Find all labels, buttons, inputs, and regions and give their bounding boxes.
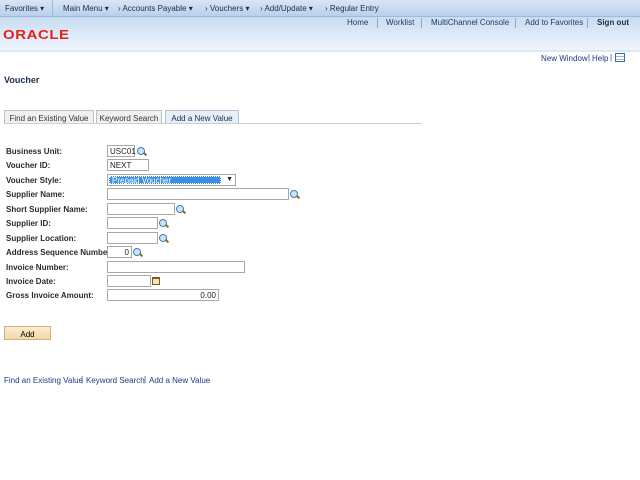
address-sequence-label: Address Sequence Number: [6, 248, 114, 257]
lookup-icon[interactable] [137, 147, 146, 156]
tab-underline [4, 123, 422, 124]
calendar-icon[interactable] [152, 277, 160, 285]
separator: | [144, 375, 147, 384]
address-sequence-input[interactable]: 0 [107, 246, 132, 258]
short-supplier-name-input[interactable] [107, 203, 175, 215]
separator: | [610, 53, 613, 62]
add-to-favorites-link[interactable]: Add to Favorites [525, 18, 583, 27]
add-button[interactable]: Add [4, 326, 51, 340]
sign-out-link[interactable]: Sign out [597, 18, 629, 27]
tab-add-new-value[interactable]: Add a New Value [165, 110, 239, 124]
divider [587, 18, 588, 28]
tab-keyword-search[interactable]: Keyword Search [96, 110, 162, 124]
help-link[interactable]: Help [592, 54, 608, 63]
keyword-search-link[interactable]: Keyword Search [86, 376, 145, 385]
divider [421, 18, 422, 28]
multichannel-console-link[interactable]: MultiChannel Console [431, 18, 509, 27]
lookup-icon[interactable] [159, 219, 168, 228]
lookup-icon[interactable] [133, 248, 142, 257]
supplier-name-input[interactable] [107, 188, 289, 200]
tab-find-existing-value[interactable]: Find an Existing Value [4, 110, 94, 124]
business-unit-input[interactable]: USC01 [107, 145, 136, 157]
supplier-name-label: Supplier Name: [6, 190, 65, 199]
invoice-number-input[interactable] [107, 261, 245, 273]
voucher-style-value: Prepaid Voucher [109, 176, 221, 185]
divider [377, 18, 378, 28]
divider [0, 50, 640, 52]
divider [515, 18, 516, 28]
short-supplier-name-label: Short Supplier Name: [6, 205, 88, 214]
lookup-icon[interactable] [290, 190, 299, 199]
add-new-value-link[interactable]: Add a New Value [149, 376, 210, 385]
lookup-icon[interactable] [159, 234, 168, 243]
lookup-icon[interactable] [176, 205, 185, 214]
page-title: Voucher [4, 75, 40, 85]
breadcrumb-bar: Favorites ▾ Main Menu ▾ › Accounts Payab… [0, 0, 640, 17]
supplier-id-input[interactable] [107, 217, 158, 229]
invoice-number-label: Invoice Number: [6, 263, 69, 272]
customize-page-icon[interactable] [615, 53, 625, 62]
gross-invoice-amount-label: Gross Invoice Amount: [6, 291, 94, 300]
invoice-date-input[interactable] [107, 275, 151, 287]
voucher-style-label: Voucher Style: [6, 176, 62, 185]
breadcrumb-vouchers[interactable]: › Vouchers ▾ [205, 4, 249, 13]
dropdown-arrow-icon[interactable]: ▼ [226, 176, 233, 183]
breadcrumb-regular-entry[interactable]: › Regular Entry [325, 4, 379, 13]
supplier-id-label: Supplier ID: [6, 219, 51, 228]
voucher-id-label: Voucher ID: [6, 161, 51, 170]
header: Home Worklist MultiChannel Console Add t… [0, 17, 640, 50]
main-menu[interactable]: Main Menu ▾ [63, 4, 109, 13]
worklist-link[interactable]: Worklist [386, 18, 414, 27]
divider [52, 0, 53, 17]
separator: | [81, 375, 84, 384]
voucher-style-select[interactable]: Prepaid Voucher ▼ [107, 174, 236, 186]
find-existing-value-link[interactable]: Find an Existing Value [4, 376, 83, 385]
breadcrumb-add-update[interactable]: › Add/Update ▾ [260, 4, 313, 13]
oracle-logo: ORACLE [3, 27, 70, 42]
voucher-id-input[interactable]: NEXT [107, 159, 149, 171]
favorites-menu[interactable]: Favorites ▾ [5, 4, 44, 13]
new-window-link[interactable]: New Window [541, 54, 588, 63]
supplier-location-input[interactable] [107, 232, 158, 244]
separator: | [588, 53, 591, 62]
gross-invoice-amount-input[interactable]: 0.00 [107, 289, 219, 301]
home-link[interactable]: Home [347, 18, 368, 27]
business-unit-label: Business Unit: [6, 147, 63, 156]
breadcrumb-accounts-payable[interactable]: › Accounts Payable ▾ [118, 4, 193, 13]
invoice-date-label: Invoice Date: [6, 277, 56, 286]
supplier-location-label: Supplier Location: [6, 234, 77, 243]
